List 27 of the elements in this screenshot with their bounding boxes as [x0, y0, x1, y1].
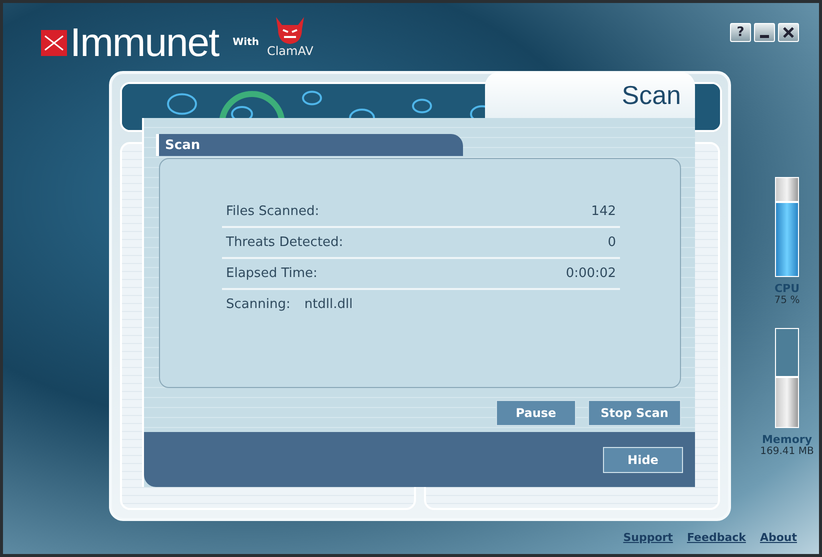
- close-button[interactable]: [778, 23, 799, 42]
- stop-scan-button[interactable]: Stop Scan: [588, 400, 681, 426]
- minimize-icon: [760, 35, 769, 38]
- partner-logo-text: ClamAV: [266, 45, 314, 58]
- pause-button[interactable]: Pause: [496, 400, 576, 426]
- meter-reading: 75 %: [774, 295, 800, 306]
- stat-label: Elapsed Time:: [226, 266, 318, 281]
- stat-value: 0: [608, 235, 616, 250]
- stat-label: Files Scanned:: [226, 204, 320, 219]
- footer-link[interactable]: About: [760, 531, 797, 544]
- hide-button[interactable]: Hide: [603, 446, 683, 472]
- footer-link[interactable]: Support: [623, 531, 673, 544]
- scanning-label: Scanning:: [226, 297, 290, 312]
- close-icon: [783, 27, 794, 38]
- logo-mark-icon: [41, 30, 67, 56]
- stat-value: 142: [591, 204, 616, 219]
- minimize-button[interactable]: [754, 23, 775, 42]
- stat-value: 0:00:02: [566, 266, 616, 281]
- stat-label: Threats Detected:: [226, 235, 344, 250]
- meter-label: Memory: [762, 433, 812, 446]
- scanning-file: ntdll.dll: [304, 297, 353, 312]
- help-button[interactable]: ?: [730, 23, 751, 42]
- product-logo-text: Immunet: [70, 23, 219, 63]
- footer-link[interactable]: Feedback: [686, 531, 746, 544]
- section-header: Scan: [156, 134, 463, 156]
- with-label: With: [232, 37, 259, 48]
- meter-reading: 169.41 MB: [760, 446, 814, 457]
